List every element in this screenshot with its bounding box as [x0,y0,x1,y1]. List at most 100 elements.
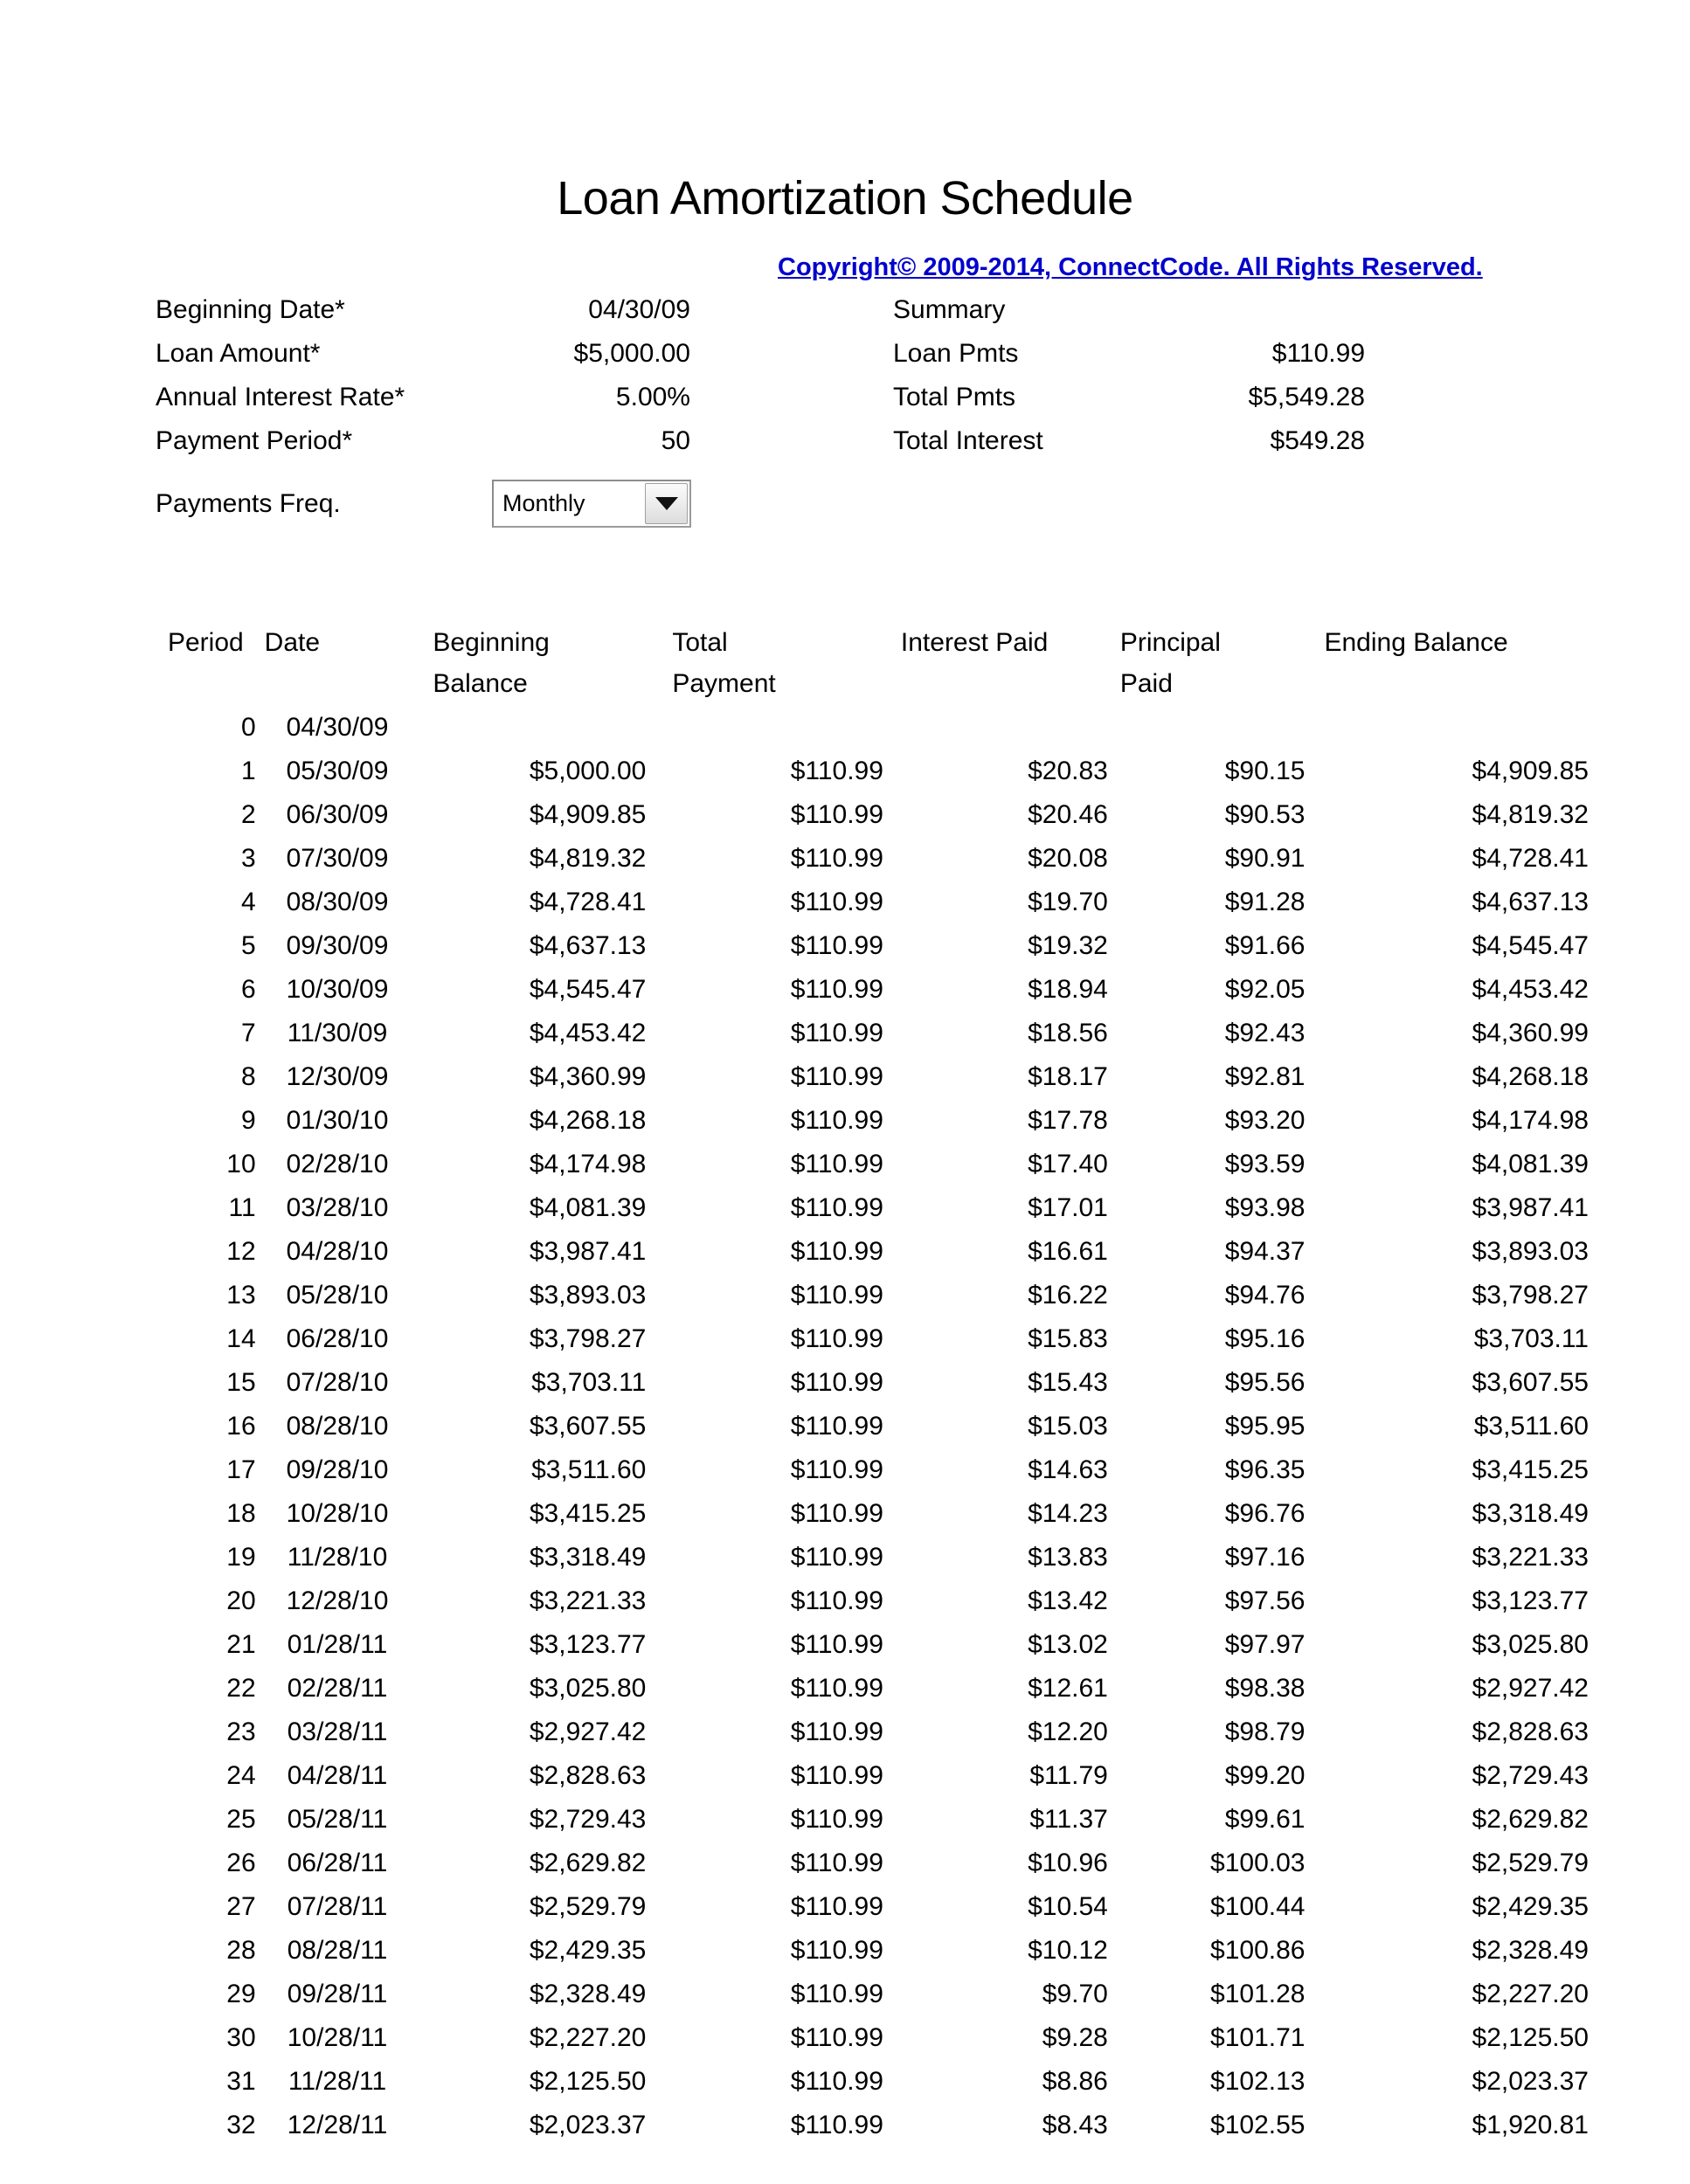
cell-interest-paid: $9.70 [1042,1980,1108,2008]
cell-ending-balance: $4,909.85 [1472,757,1589,785]
cell-period: 13 [226,1281,256,1310]
input-value[interactable]: 04/30/09 [488,295,697,325]
cell-total-payment: $110.99 [790,1368,883,1397]
cell-principal-paid: $91.66 [1224,931,1306,960]
table-row: 1 05/30/09 $5,000.00 $110.99 $20.83 $90.15 $4,… [156,750,1589,793]
column-header-principal-paid: Principal Paid [1108,622,1306,706]
cell-ending-balance: $3,607.55 [1472,1368,1589,1397]
chevron-down-icon[interactable] [645,483,688,524]
cell-period: 5 [240,931,256,960]
cell-ending-balance: $2,227.20 [1472,1980,1589,2008]
cell-period: 2 [240,800,256,829]
cell-beginning-balance: $3,221.33 [529,1586,647,1615]
cell-date: 06/30/09 [286,800,389,829]
table-row: 18 10/28/10 $3,415.25 $110.99 $14.23 $96.76 $3… [156,1492,1589,1536]
table-row: 4 08/30/09 $4,728.41 $110.99 $19.70 $91.28 $4,… [156,881,1589,924]
cell-beginning-balance: $3,987.41 [529,1237,647,1266]
cell-principal-paid: $90.91 [1224,844,1306,873]
summary-label: Total Interest [893,426,1043,455]
cell-ending-balance: $2,529.79 [1472,1849,1589,1877]
cell-total-payment: $110.99 [790,844,883,873]
cell-interest-paid: $13.02 [1028,1630,1108,1659]
cell-beginning-balance: $2,729.43 [529,1805,647,1834]
summary-label: Total Pmts [893,383,1016,411]
input-row: Payment Period* 50 [156,426,697,470]
cell-date: 11/28/10 [287,1543,388,1572]
table-row: 8 12/30/09 $4,360.99 $110.99 $18.17 $92.81 $4,… [156,1055,1589,1099]
table-row: 30 10/28/11 $2,227.20 $110.99 $9.28 $101.71 $2… [156,2016,1589,2060]
cell-total-payment: $110.99 [790,1630,883,1659]
input-value[interactable]: 5.00% [488,383,697,412]
cell-ending-balance: $2,729.43 [1472,1761,1589,1790]
cell-ending-balance: $3,415.25 [1472,1455,1589,1484]
table-row: 7 11/30/09 $4,453.42 $110.99 $18.56 $92.43 $4,… [156,1012,1589,1055]
cell-total-payment: $110.99 [790,1849,883,1877]
cell-principal-paid: $96.76 [1224,1499,1306,1528]
cell-ending-balance: $2,328.49 [1472,1936,1589,1965]
cell-ending-balance: $2,629.82 [1472,1805,1589,1834]
cell-period: 22 [226,1674,256,1703]
table-row: 0 04/30/09 [156,706,1589,750]
copyright-link[interactable]: Copyright© 2009-2014, ConnectCode. All R… [778,253,1483,282]
table-row: 20 12/28/10 $3,221.33 $110.99 $13.42 $97.56 $3… [156,1579,1589,1623]
cell-ending-balance: $4,453.42 [1472,975,1589,1004]
cell-beginning-balance: $2,125.50 [529,2067,647,2096]
amortization-table: Period Date Beginning Balance Total Paymen… [156,622,1589,2147]
cell-ending-balance: $2,125.50 [1472,2023,1589,2052]
cell-interest-paid: $18.17 [1028,1062,1108,1091]
table-row: 12 04/28/10 $3,987.41 $110.99 $16.61 $94.37 $3… [156,1230,1589,1274]
cell-principal-paid: $100.03 [1210,1849,1306,1877]
cell-principal-paid: $95.95 [1224,1412,1306,1441]
cell-beginning-balance: $4,360.99 [529,1062,647,1091]
cell-interest-paid: $16.61 [1028,1237,1108,1266]
cell-interest-paid: $19.32 [1028,931,1108,960]
cell-ending-balance: $4,268.18 [1472,1062,1589,1091]
cell-principal-paid: $92.81 [1224,1062,1306,1091]
cell-total-payment: $110.99 [790,1805,883,1834]
cell-total-payment: $110.99 [790,757,883,785]
table-row: 13 05/28/10 $3,893.03 $110.99 $16.22 $94.76 $3… [156,1274,1589,1317]
cell-interest-paid: $16.22 [1028,1281,1108,1310]
cell-interest-paid: $17.01 [1028,1193,1108,1222]
cell-period: 11 [228,1193,256,1222]
cell-principal-paid: $102.55 [1210,2111,1306,2139]
payments-frequency-dropdown[interactable]: Monthly [492,480,691,528]
cell-beginning-balance: $5,000.00 [529,757,647,785]
cell-total-payment: $110.99 [790,1412,883,1441]
page-title: Loan Amortization Schedule [557,172,1133,225]
cell-beginning-balance: $3,123.77 [529,1630,647,1659]
cell-total-payment: $110.99 [790,1150,883,1178]
cell-principal-paid: $94.76 [1224,1281,1306,1310]
cell-total-payment: $110.99 [790,888,883,916]
cell-period: 23 [226,1717,256,1746]
cell-period: 9 [240,1106,256,1135]
summary-value: $5,549.28 [1248,383,1365,411]
cell-period: 19 [226,1543,256,1572]
table-row: 26 06/28/11 $2,629.82 $110.99 $10.96 $100.03 $… [156,1842,1589,1885]
cell-period: 7 [240,1019,256,1047]
cell-ending-balance: $3,893.03 [1472,1237,1589,1266]
table-header-row: Period Date Beginning Balance Total Paymen… [156,622,1589,706]
column-header-ending-balance: Ending Balance [1305,622,1589,706]
input-value[interactable]: $5,000.00 [488,339,697,369]
cell-date: 02/28/11 [287,1674,388,1703]
cell-date: 05/30/09 [286,757,389,785]
input-value[interactable]: 50 [488,426,697,456]
cell-period: 17 [226,1455,256,1484]
summary-row: Total Interest $549.28 [893,426,1365,470]
cell-date: 09/30/09 [286,931,389,960]
cell-principal-paid: $98.79 [1224,1717,1306,1746]
cell-date: 03/28/11 [287,1717,388,1746]
cell-date: 08/28/11 [287,1936,388,1965]
cell-interest-paid: $20.08 [1028,844,1108,873]
cell-period: 16 [226,1412,256,1441]
summary-heading: Summary [893,295,1006,324]
table-row: 15 07/28/10 $3,703.11 $110.99 $15.43 $95.56 $3… [156,1361,1589,1405]
cell-principal-paid: $93.59 [1224,1150,1306,1178]
input-label: Beginning Date* [156,295,345,324]
cell-date: 11/28/11 [287,2067,387,2096]
cell-date: 09/28/11 [287,1980,388,2008]
column-header-line1: Total [672,628,728,657]
table-header: Period Date Beginning Balance Total Paymen… [156,622,1589,706]
cell-beginning-balance: $3,893.03 [529,1281,647,1310]
